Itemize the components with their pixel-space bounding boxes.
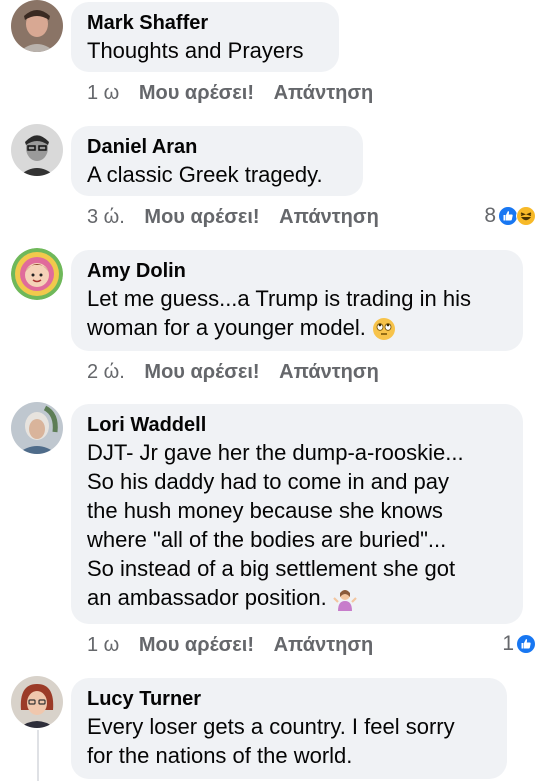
- like-link[interactable]: Μου αρέσει!: [139, 82, 254, 104]
- comment-text: Thoughts and Prayers: [87, 38, 304, 63]
- avatar[interactable]: [11, 0, 63, 52]
- haha-icon: [516, 206, 536, 226]
- comment-text-line: an ambassador position.: [87, 583, 507, 612]
- comment-author[interactable]: Lori Waddell: [87, 412, 507, 438]
- comment-text: So his daddy had to come in and pay: [87, 469, 450, 494]
- reply-link[interactable]: Απάντηση: [274, 634, 374, 656]
- comment-actions: 1 ω Μου αρέσει! Απάντηση: [87, 634, 387, 657]
- avatar[interactable]: [11, 402, 63, 454]
- reply-link[interactable]: Απάντηση: [279, 361, 379, 383]
- comment-author[interactable]: Amy Dolin: [87, 258, 507, 284]
- reaction-count: 8: [484, 204, 496, 227]
- comment-timestamp[interactable]: 3 ώ.: [87, 206, 125, 228]
- comment-timestamp[interactable]: 1 ω: [87, 82, 119, 104]
- comment-text: Every loser gets a country. I feel sorry: [87, 714, 455, 739]
- comment-timestamp[interactable]: 2 ώ.: [87, 361, 125, 383]
- comment-text: for the nations of the world.: [87, 743, 353, 768]
- comment-bubble: Mark Shaffer Thoughts and Prayers: [71, 2, 339, 72]
- avatar[interactable]: [11, 676, 63, 728]
- like-link[interactable]: Μου αρέσει!: [139, 634, 254, 656]
- like-icon: [498, 206, 518, 226]
- like-link[interactable]: Μου αρέσει!: [144, 206, 259, 228]
- comment-text: where "all of the bodies are buried"...: [87, 527, 447, 552]
- reaction-count: 1: [502, 632, 514, 655]
- comment-bubble: Lucy Turner Every loser gets a country. …: [71, 678, 507, 779]
- comment-text: DJT- Jr gave her the dump-a-rooskie...: [87, 440, 464, 465]
- comment-text: the hush money because she knows: [87, 498, 443, 523]
- comment-text: So instead of a big settlement she got: [87, 556, 456, 581]
- comment-author[interactable]: Lucy Turner: [87, 686, 491, 712]
- comment-bubble: Lori Waddell DJT- Jr gave her the dump-a…: [71, 404, 523, 624]
- eye-roll-emoji-icon: [372, 318, 395, 341]
- comment-bubble: Daniel Aran A classic Greek tragedy.: [71, 126, 363, 196]
- shrug-emoji-icon: [333, 590, 357, 612]
- comment-text-line: woman for a younger model.: [87, 313, 507, 342]
- comment-author[interactable]: Mark Shaffer: [87, 10, 323, 36]
- comment-author[interactable]: Daniel Aran: [87, 134, 347, 160]
- reply-link[interactable]: Απάντηση: [274, 82, 374, 104]
- reaction-summary[interactable]: 1: [502, 632, 536, 656]
- comment-actions: 1 ω Μου αρέσει! Απάντηση: [87, 82, 387, 105]
- comment-bubble: Amy Dolin Let me guess...a Trump is trad…: [71, 250, 523, 351]
- like-icon: [516, 634, 536, 654]
- comment-timestamp[interactable]: 1 ω: [87, 634, 119, 656]
- comment-actions: 2 ώ. Μου αρέσει! Απάντηση: [87, 361, 393, 384]
- avatar[interactable]: [11, 248, 63, 300]
- comment-actions: 3 ώ. Μου αρέσει! Απάντηση: [87, 206, 393, 229]
- thread-line: [37, 730, 39, 781]
- reply-link[interactable]: Απάντηση: [279, 206, 379, 228]
- like-link[interactable]: Μου αρέσει!: [144, 361, 259, 383]
- comment-text: A classic Greek tragedy.: [87, 162, 323, 187]
- comment-text: Let me guess...a Trump is trading in his: [87, 286, 471, 311]
- avatar[interactable]: [11, 124, 63, 176]
- reaction-summary[interactable]: 8: [484, 204, 536, 228]
